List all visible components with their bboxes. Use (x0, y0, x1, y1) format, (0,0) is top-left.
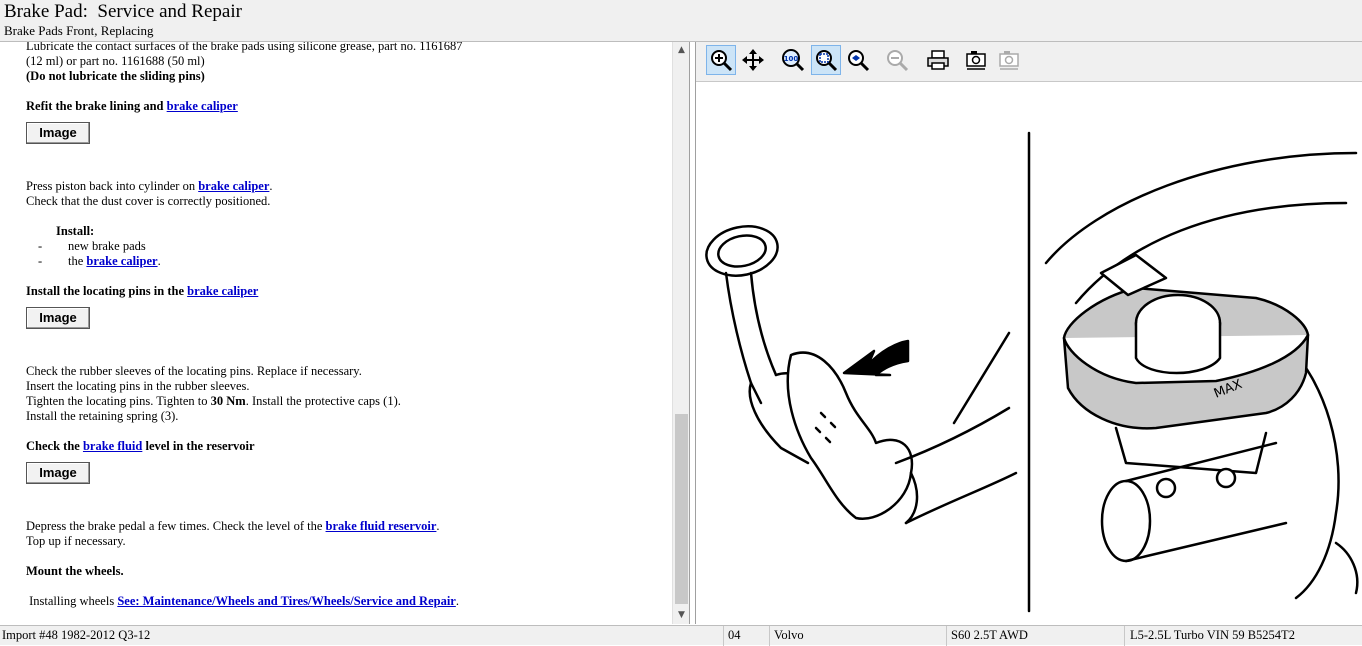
zoom-area-icon (848, 50, 870, 72)
install-item-text: new brake pads (68, 239, 146, 253)
press-end: . (269, 179, 273, 193)
wheels-step: Installing wheels See: Maintenance/Wheel… (26, 594, 666, 609)
brake-caliper-link[interactable]: brake caliper (187, 284, 258, 298)
wheels-service-link[interactable]: See: Maintenance/Wheels and Tires/Wheels… (117, 594, 456, 608)
vertical-scrollbar[interactable]: ▲ ▼ (672, 42, 689, 624)
image-button[interactable]: Image (26, 122, 90, 144)
zoom-in-icon (711, 50, 733, 72)
install-heading: Install: (56, 224, 95, 238)
scroll-up-arrow[interactable]: ▲ (673, 42, 690, 59)
refit-step: Refit the brake lining and brake caliper (26, 99, 666, 114)
dust-cover-step: Check that the dust cover is correctly p… (26, 194, 271, 208)
tighten-text-end: . Install the protective caps (1). (245, 394, 401, 408)
depress-end: . (436, 519, 440, 533)
status-section: 04 (728, 628, 741, 642)
pan-icon (742, 49, 764, 71)
depress-text: Depress the brake pedal a few times. Che… (26, 519, 326, 533)
torque-value: 30 Nm (210, 394, 246, 408)
brake-fluid-reservoir-link[interactable]: brake fluid reservoir (326, 519, 437, 533)
page-title: Brake Pad: Service and Repair (4, 1, 242, 22)
brake-fluid-link[interactable]: brake fluid (83, 439, 142, 453)
install-item: - new brake pads (26, 239, 666, 254)
print-icon (927, 50, 949, 70)
brake-caliper-link[interactable]: brake caliper (198, 179, 269, 193)
copy-image-icon (966, 51, 986, 70)
insert-step: Insert the locating pins in the rubber s… (26, 379, 250, 393)
fluid-text: Check the (26, 439, 83, 453)
fluid-step: Check the brake fluid level in the reser… (26, 439, 666, 454)
list-dash: - (38, 239, 43, 253)
image-button[interactable]: Image (26, 307, 90, 329)
zoom-out-icon (887, 50, 909, 72)
procedure-text: Lubricate the contact surfaces of the br… (26, 42, 666, 609)
page-subtitle: Brake Pads Front, Replacing (4, 23, 154, 38)
zoom-area-button[interactable] (843, 45, 873, 75)
pan-button[interactable] (738, 45, 768, 75)
zoom-100-button[interactable]: 100 (778, 45, 808, 75)
install-item-text: the (68, 254, 87, 268)
zoom-fit-icon (816, 50, 838, 72)
spring-step: Install the retaining spring (3). (26, 409, 179, 423)
image-button[interactable]: Image (26, 462, 90, 484)
depress-step: Depress the brake pedal a few times. Che… (26, 519, 666, 534)
fluid-text-end: level in the reservoir (142, 439, 255, 453)
illustration-viewer[interactable]: MAX (696, 83, 1362, 624)
press-step: Press piston back into cylinder on brake… (26, 179, 666, 194)
scrollbar-thumb[interactable] (675, 414, 688, 604)
refit-text: Refit the brake lining and (26, 99, 167, 113)
tighten-text: Tighten the locating pins. Tighten to (26, 394, 211, 408)
mount-step: Mount the wheels. (26, 564, 124, 578)
lube-line-1: Lubricate the contact surfaces of the br… (26, 42, 463, 53)
zoom-out-button[interactable] (882, 45, 912, 75)
print-button[interactable] (923, 45, 953, 75)
wheels-end: . (455, 594, 459, 608)
lube-note: (Do not lubricate the sliding pins) (26, 69, 205, 83)
image-viewer-pane: 100 MAX (695, 42, 1362, 624)
status-bar: Import #48 1982-2012 Q3-12 04 Volvo S60 … (0, 625, 1362, 646)
sleeves-step: Check the rubber sleeves of the locating… (26, 364, 362, 378)
status-source: Import #48 1982-2012 Q3-12 (2, 628, 151, 642)
brake-caliper-link[interactable]: brake caliper (86, 254, 157, 268)
lube-line-2: (12 ml) or part no. 1161688 (50 ml) (26, 54, 205, 68)
brake-illustration: MAX (705, 131, 1359, 613)
save-image-icon (999, 51, 1019, 70)
status-make: Volvo (774, 628, 804, 642)
zoom-fit-button[interactable] (811, 45, 841, 75)
document-pane[interactable]: Lubricate the contact surfaces of the br… (0, 42, 690, 624)
copy-image-button[interactable] (961, 45, 991, 75)
zoom-100-icon: 100 (782, 49, 805, 72)
install-item-end: . (157, 254, 161, 268)
install-item: - the brake caliper. (26, 254, 666, 269)
locating-step: Install the locating pins in the brake c… (26, 284, 666, 299)
brake-caliper-link[interactable]: brake caliper (167, 99, 238, 113)
list-dash: - (38, 254, 43, 268)
image-toolbar: 100 (696, 42, 1362, 82)
tighten-step: Tighten the locating pins. Tighten to 30… (26, 394, 666, 409)
topup-step: Top up if necessary. (26, 534, 126, 548)
status-engine: L5-2.5L Turbo VIN 59 B5254T2 (1130, 628, 1295, 642)
svg-text:100: 100 (784, 55, 799, 63)
save-image-button[interactable] (994, 45, 1024, 75)
title-bar: Brake Pad: Service and Repair Brake Pads… (0, 0, 1362, 42)
status-model: S60 2.5T AWD (951, 628, 1028, 642)
scroll-down-arrow[interactable]: ▼ (673, 607, 690, 624)
press-text: Press piston back into cylinder on (26, 179, 199, 193)
zoom-in-button[interactable] (706, 45, 736, 75)
locating-text: Install the locating pins in the (26, 284, 188, 298)
wheels-text: Installing wheels (26, 594, 118, 608)
